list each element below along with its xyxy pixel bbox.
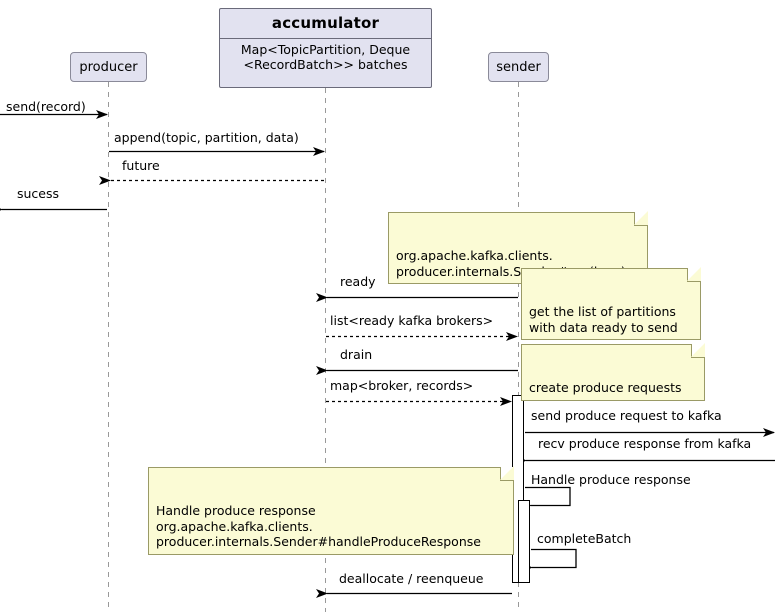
message-label-map-broker-records: map<broker, records> [330, 378, 474, 393]
message-label-append: append(topic, partition, data) [114, 130, 299, 145]
message-label-complete-batch: completeBatch [537, 531, 632, 546]
note-fold-icon [687, 267, 701, 282]
note-create-requests: create produce requests [521, 343, 705, 401]
note-handle-produce-response: Handle produce response org.apache.kafka… [148, 466, 514, 555]
message-label-list-brokers: list<ready kafka brokers> [330, 313, 494, 328]
note-fold-icon [691, 343, 705, 358]
message-label-send-produce-request: send produce request to kafka [531, 408, 722, 423]
participant-producer-label: producer [79, 59, 138, 75]
participant-accumulator[interactable]: accumulator Map<TopicPartition, Deque <R… [219, 8, 432, 88]
participant-sender-label: sender [496, 59, 541, 75]
message-label-send-record: send(record) [6, 99, 86, 114]
message-label-recv-produce-response: recv produce response from kafka [538, 436, 752, 451]
message-label-future: future [122, 158, 160, 173]
message-label-deallocate-reenqueue: deallocate / reenqueue [339, 571, 484, 586]
participant-sender[interactable]: sender [488, 52, 549, 82]
sequence-diagram: producer accumulator Map<TopicPartition,… [0, 0, 776, 614]
message-label-drain: drain [340, 347, 373, 362]
note-ready-partitions: get the list of partitions with data rea… [521, 267, 701, 340]
message-label-sucess: sucess [17, 186, 60, 201]
note-fold-icon [634, 211, 648, 226]
note-ready-partitions-text: get the list of partitions with data rea… [529, 304, 678, 335]
note-create-requests-text: create produce requests [529, 380, 682, 395]
participant-producer[interactable]: producer [70, 52, 147, 82]
note-handle-produce-response-text: Handle produce response org.apache.kafka… [156, 503, 481, 549]
participant-accumulator-label: accumulator [220, 9, 431, 39]
selfcall-handle-produce-response [520, 486, 571, 510]
message-label-handle-produce-response: Handle produce response [531, 472, 691, 487]
selfcall-complete-batch [521, 548, 577, 572]
activation-sender-inner [518, 500, 530, 583]
note-fold-icon [500, 466, 514, 481]
participant-accumulator-attributes: Map<TopicPartition, Deque <RecordBatch>>… [240, 42, 411, 72]
message-label-ready: ready [340, 274, 376, 289]
